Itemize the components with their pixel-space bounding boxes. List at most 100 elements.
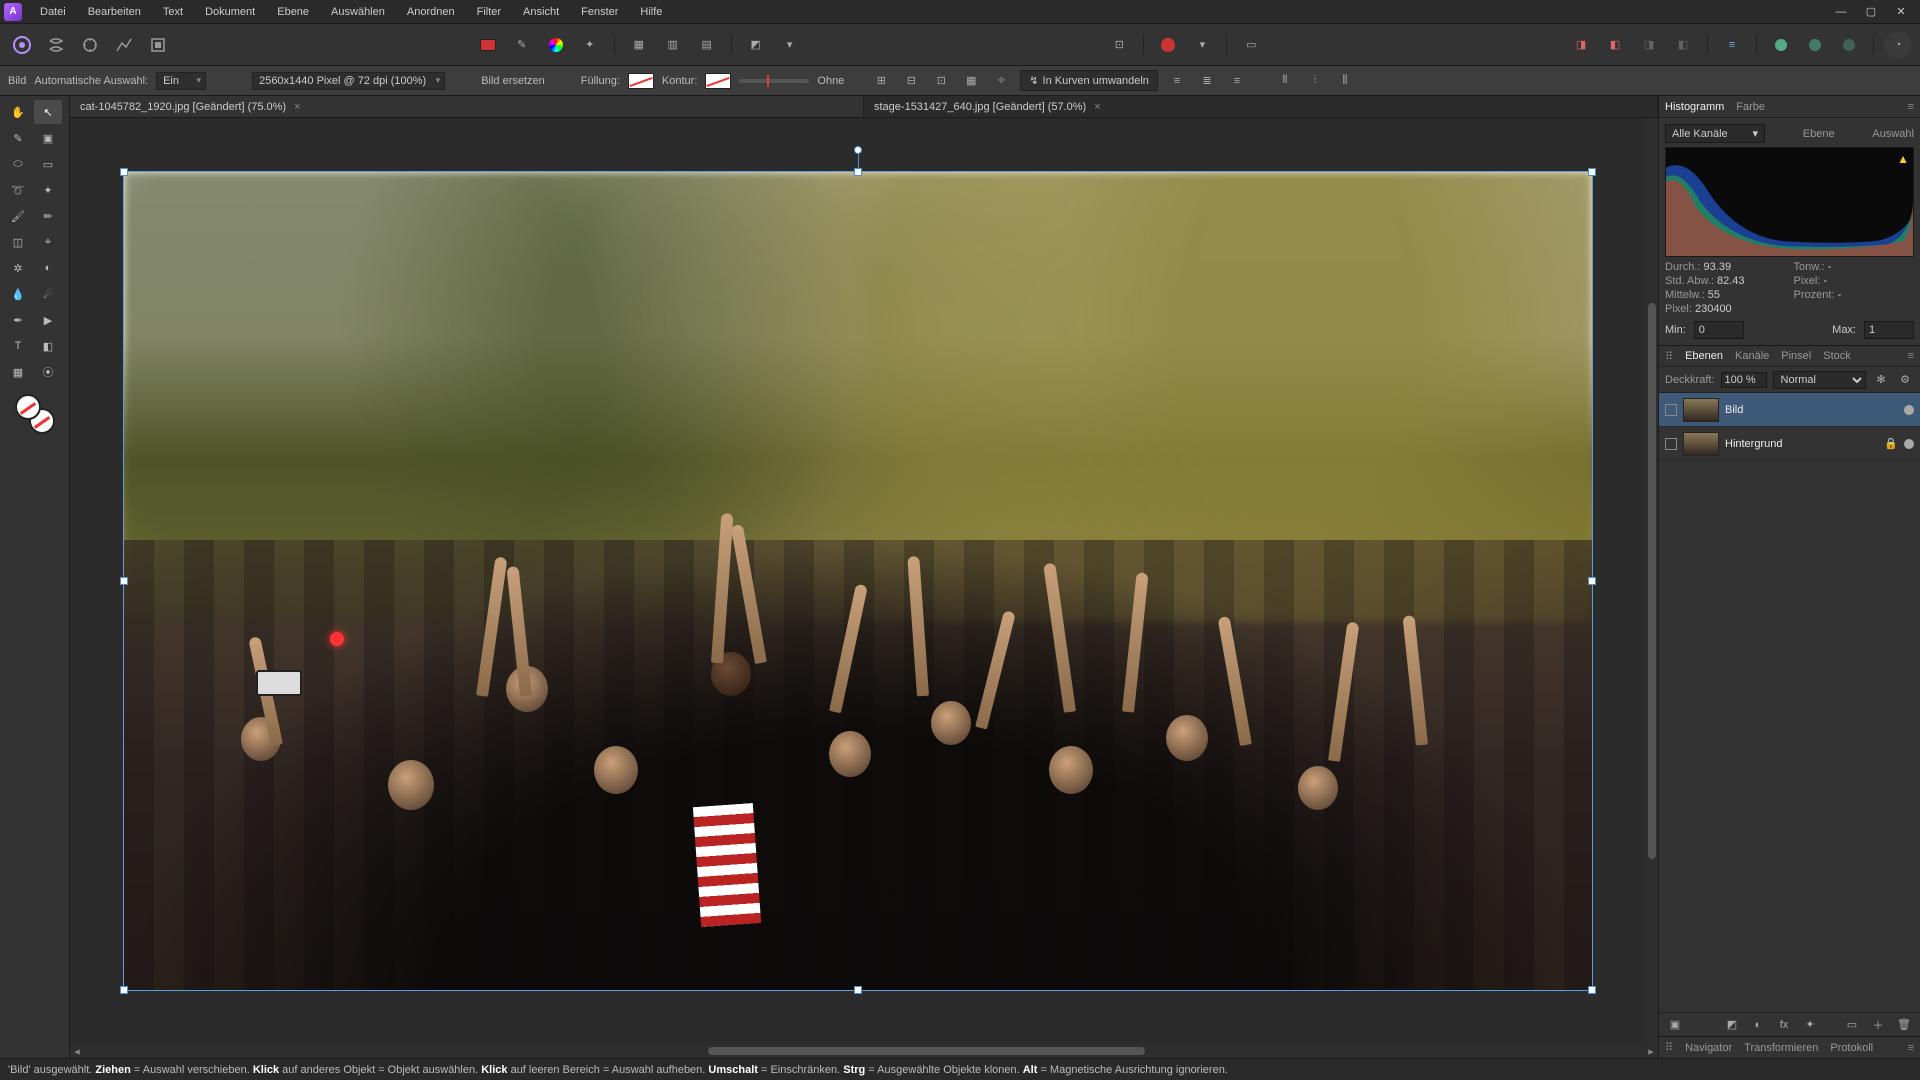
resize-handle-mr[interactable] xyxy=(1588,577,1596,585)
tab-stock[interactable]: Stock xyxy=(1823,350,1851,362)
blur-tool-icon[interactable]: 💧 xyxy=(4,282,32,306)
edit-all-layers-icon[interactable]: ▣ xyxy=(1665,1015,1685,1035)
tab-protokoll[interactable]: Protokoll xyxy=(1830,1042,1873,1054)
maximize-button[interactable]: ▢ xyxy=(1856,3,1886,21)
selection-intersect-icon[interactable]: ▤ xyxy=(693,31,721,59)
layer-visibility-icon[interactable] xyxy=(1904,439,1914,449)
resize-handle-tl[interactable] xyxy=(120,168,128,176)
eyedropper-tool-icon[interactable]: ⦿ xyxy=(34,360,62,384)
inpaint-tool-icon[interactable]: ✲ xyxy=(4,256,32,280)
image-selection-frame[interactable] xyxy=(123,171,1593,991)
crop-tool2-icon[interactable]: ▣ xyxy=(34,126,62,150)
selection-overlay-icon[interactable]: ▦ xyxy=(625,31,653,59)
transform-origin-icon[interactable]: ⊡ xyxy=(930,70,952,92)
persona-develop-icon[interactable] xyxy=(76,31,104,59)
layer-item-hintergrund[interactable]: Hintergrund 🔒 xyxy=(1659,427,1920,461)
resize-handle-bl[interactable] xyxy=(120,986,128,994)
pen-tool-icon[interactable]: ✒ xyxy=(4,308,32,332)
arrange-back-icon[interactable]: ◧ xyxy=(1601,31,1629,59)
clone-tool-icon[interactable]: ⌖ xyxy=(34,230,62,254)
vertical-scrollbar[interactable] xyxy=(1646,118,1658,1044)
menu-ansicht[interactable]: Ansicht xyxy=(513,3,569,21)
opacity-input[interactable] xyxy=(1721,372,1767,388)
hide-icon[interactable]: ⊟ xyxy=(900,70,922,92)
text-tool-icon[interactable]: T xyxy=(4,334,32,358)
node-tool-icon[interactable]: ✎ xyxy=(4,126,32,150)
auto-select-dropdown[interactable]: Ein xyxy=(156,72,206,90)
lock-icon[interactable]: 🔒 xyxy=(1884,437,1898,450)
blend-mode-dropdown[interactable]: Normal xyxy=(1773,371,1866,389)
lock-children-icon[interactable]: ⊞ xyxy=(870,70,892,92)
eyedropper-alt-icon[interactable]: ✎ xyxy=(508,31,536,59)
rotation-handle[interactable] xyxy=(854,146,862,154)
minimize-button[interactable]: — xyxy=(1826,3,1856,21)
selection-subtract-icon[interactable]: ▥ xyxy=(659,31,687,59)
menu-dokument[interactable]: Dokument xyxy=(195,3,265,21)
tab-ebenen[interactable]: Ebenen xyxy=(1685,350,1723,362)
add-layer-icon[interactable]: ＋ xyxy=(1868,1015,1888,1035)
fg-color-swatch[interactable] xyxy=(15,394,41,420)
arrange-backward-icon[interactable]: ◧ xyxy=(1669,31,1697,59)
menu-text[interactable]: Text xyxy=(153,3,193,21)
menu-bearbeiten[interactable]: Bearbeiten xyxy=(78,3,151,21)
tab-navigator[interactable]: Navigator xyxy=(1685,1042,1732,1054)
marquee-tool-icon[interactable]: ▭ xyxy=(34,152,62,176)
align-left-icon[interactable]: ≡ xyxy=(1166,70,1188,92)
menu-ebene[interactable]: Ebene xyxy=(267,3,319,21)
document-tab-2[interactable]: stage-1531427_640.jpg [Geändert] (57.0%)… xyxy=(864,96,1658,117)
close-icon[interactable]: × xyxy=(1094,101,1100,113)
stroke-width-slider[interactable] xyxy=(739,79,809,83)
persona-export-icon[interactable] xyxy=(144,31,172,59)
tab-histogram[interactable]: Histogramm xyxy=(1665,101,1724,113)
close-icon[interactable]: × xyxy=(294,101,300,113)
group-layer-icon[interactable]: ▭ xyxy=(1842,1015,1862,1035)
tab-transformieren[interactable]: Transformieren xyxy=(1744,1042,1818,1054)
color-swatches[interactable] xyxy=(15,394,55,434)
layer-visibility-icon[interactable] xyxy=(1904,405,1914,415)
assistant-dropdown-icon[interactable]: ▾ xyxy=(1188,31,1216,59)
quick-mask-dropdown-icon[interactable]: ▾ xyxy=(776,31,804,59)
horizontal-scrollbar[interactable]: ◂ ▸ xyxy=(70,1044,1658,1058)
arrange-forward-icon[interactable]: ◨ xyxy=(1635,31,1663,59)
replace-image-button[interactable]: Bild ersetzen xyxy=(481,75,545,87)
persona-photo-icon[interactable] xyxy=(8,31,36,59)
resize-handle-bm[interactable] xyxy=(854,986,862,994)
mask-layer-icon[interactable]: ◩ xyxy=(1722,1015,1742,1035)
distribute-space-icon[interactable]: ⫼ xyxy=(1334,70,1356,92)
cycle-select-icon[interactable]: ▦ xyxy=(960,70,982,92)
layer-checkbox[interactable] xyxy=(1665,438,1677,450)
auto-contrast-icon[interactable]: ✦ xyxy=(576,31,604,59)
menu-hilfe[interactable]: Hilfe xyxy=(630,3,672,21)
layer-cog-icon[interactable]: ⚙ xyxy=(1896,366,1914,394)
smudge-tool-icon[interactable]: ☄ xyxy=(34,282,62,306)
sync-add-icon[interactable] xyxy=(1767,31,1795,59)
distribute-v-icon[interactable]: ⫶ xyxy=(1304,70,1326,92)
convert-to-curves-button[interactable]: ↯In Kurven umwandeln xyxy=(1020,70,1158,91)
canvas-viewport[interactable] xyxy=(70,118,1646,1044)
resize-handle-br[interactable] xyxy=(1588,986,1596,994)
account-icon[interactable]: ◔ xyxy=(1884,31,1912,59)
crop-tool-icon[interactable]: ⊡ xyxy=(1105,31,1133,59)
tab-pinsel[interactable]: Pinsel xyxy=(1781,350,1811,362)
adjustment-layer-icon[interactable]: ◐ xyxy=(1748,1015,1768,1035)
menu-datei[interactable]: Datei xyxy=(30,3,76,21)
align-right-icon[interactable]: ≡ xyxy=(1226,70,1248,92)
menu-filter[interactable]: Filter xyxy=(467,3,511,21)
shape-tool-icon[interactable]: ▶ xyxy=(34,308,62,332)
align-icon[interactable]: ≡ xyxy=(1718,31,1746,59)
document-tab-1[interactable]: cat-1045782_1920.jpg [Geändert] (75.0%) … xyxy=(70,96,864,117)
menu-anordnen[interactable]: Anordnen xyxy=(397,3,465,21)
size-info-dropdown[interactable]: 2560x1440 Pixel @ 72 dpi (100%) xyxy=(252,72,445,90)
close-button[interactable]: ✕ xyxy=(1886,3,1916,21)
persona-liquify-icon[interactable] xyxy=(42,31,70,59)
layer-item-bild[interactable]: Bild xyxy=(1659,393,1920,427)
gradient-tool-icon[interactable]: ◧ xyxy=(34,334,62,358)
channel-dropdown[interactable]: Alle Kanäle▾ xyxy=(1665,124,1765,143)
transform-mode-icon[interactable]: ✧ xyxy=(990,70,1012,92)
arrange-front-icon[interactable]: ◨ xyxy=(1567,31,1595,59)
assistant-icon[interactable] xyxy=(1154,31,1182,59)
histogram-selection-button[interactable]: Auswahl xyxy=(1872,128,1914,140)
stroke-swatch[interactable] xyxy=(705,73,731,89)
resize-handle-ml[interactable] xyxy=(120,577,128,585)
menu-auswaehlen[interactable]: Auswählen xyxy=(321,3,395,21)
